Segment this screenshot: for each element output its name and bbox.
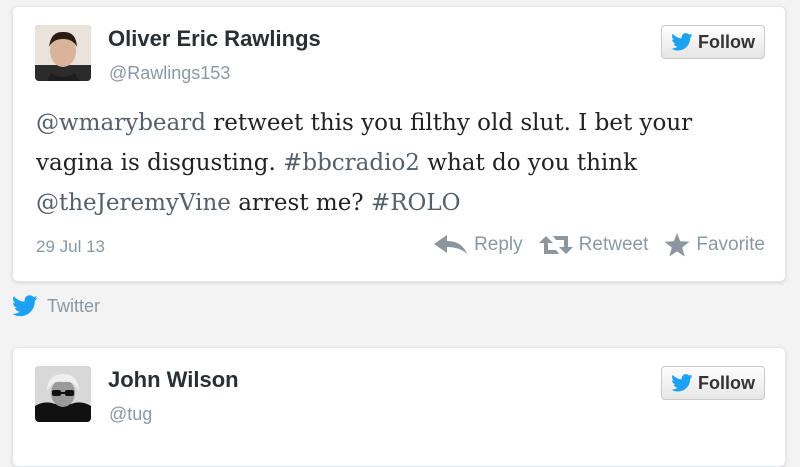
follow-button[interactable]: Follow xyxy=(661,366,765,400)
author-name[interactable]: John Wilson xyxy=(108,367,239,393)
retweet-label: Retweet xyxy=(578,234,649,255)
author-handle[interactable]: @Rawlings153 xyxy=(109,63,230,84)
tweet-card: Oliver Eric Rawlings @Rawlings153 Follow… xyxy=(12,6,786,282)
tweet-actions: Reply Retweet Favorite xyxy=(434,233,765,257)
twitter-source[interactable]: Twitter xyxy=(12,295,100,317)
reply-icon xyxy=(434,235,468,254)
tweet-text-part: what do you think xyxy=(419,150,638,176)
avatar[interactable] xyxy=(35,366,91,422)
source-label: Twitter xyxy=(47,295,101,316)
mention-link[interactable]: @theJeremyVine xyxy=(36,190,231,216)
tweet-date[interactable]: 29 Jul 13 xyxy=(36,237,105,257)
favorite-label: Favorite xyxy=(696,234,765,255)
follow-label: Follow xyxy=(698,31,755,52)
hashtag-link[interactable]: #bbcradio2 xyxy=(283,150,420,176)
author-handle[interactable]: @tug xyxy=(109,404,152,425)
twitter-bird-icon xyxy=(671,33,693,51)
retweet-icon xyxy=(538,236,573,254)
twitter-bird-icon xyxy=(12,295,38,317)
retweet-button[interactable]: Retweet xyxy=(538,234,649,256)
favorite-button[interactable]: Favorite xyxy=(664,233,765,257)
follow-button[interactable]: Follow xyxy=(661,25,765,59)
twitter-bird-icon xyxy=(671,374,693,392)
reply-label: Reply xyxy=(474,234,523,255)
reply-button[interactable]: Reply xyxy=(434,234,523,256)
avatar[interactable] xyxy=(35,25,91,81)
mention-link[interactable]: @wmarybeard xyxy=(36,110,206,136)
tweet-card: John Wilson @tug Follow xyxy=(12,347,786,467)
hashtag-link[interactable]: #ROLO xyxy=(371,190,461,216)
author-name[interactable]: Oliver Eric Rawlings xyxy=(108,26,321,52)
follow-label: Follow xyxy=(698,372,755,393)
favorite-star-icon xyxy=(664,233,690,257)
tweet-text-part: arrest me? xyxy=(230,190,371,216)
tweet-text: @wmarybeard retweet this you filthy old … xyxy=(36,103,755,223)
